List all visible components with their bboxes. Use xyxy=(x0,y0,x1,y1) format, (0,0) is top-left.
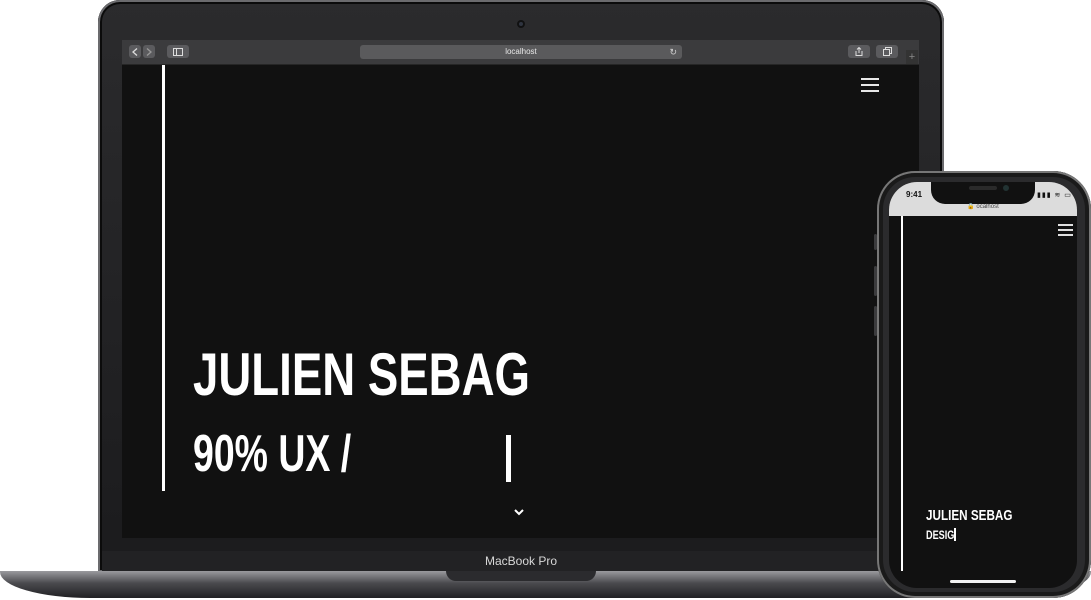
reload-icon[interactable]: ↻ xyxy=(669,45,677,59)
sidebar-icon xyxy=(173,47,183,56)
phone-screen: 9:41 ▮▮▮ ≋ ▭ 🔒 ocalhost JULIEN SEBAG DES… xyxy=(889,182,1077,588)
phone-home-indicator[interactable] xyxy=(950,580,1016,583)
address-text: localhost xyxy=(505,47,537,56)
back-button[interactable] xyxy=(129,45,141,58)
laptop-screen: localhost ↻ + JULIEN SEBAG 90% UX / xyxy=(122,40,919,538)
phone-site-vertical-line xyxy=(901,216,903,571)
tabs-button[interactable] xyxy=(876,45,898,58)
laptop-model-label: MacBook Pro xyxy=(102,551,940,571)
chevron-left-icon xyxy=(132,47,138,56)
sidebar-button[interactable] xyxy=(167,45,189,58)
phone-time: 9:41 xyxy=(906,190,923,199)
browser-toolbar: localhost ↻ + xyxy=(122,40,919,65)
hero-name: JULIEN SEBAG xyxy=(193,341,531,408)
phone-signal-icons: ▮▮▮ ≋ ▭ xyxy=(1037,192,1072,199)
phone-typing-caret xyxy=(954,528,956,541)
hamburger-icon[interactable] xyxy=(861,78,879,92)
laptop-opening-notch xyxy=(446,571,596,581)
share-button[interactable] xyxy=(848,45,870,58)
share-icon xyxy=(855,47,863,56)
chevron-right-icon xyxy=(146,47,152,56)
laptop-camera xyxy=(517,20,525,28)
phone-camera xyxy=(1003,185,1009,191)
site-vertical-line xyxy=(162,65,165,491)
tabs-icon xyxy=(882,47,892,56)
new-tab-button[interactable]: + xyxy=(906,50,918,64)
phone-address-bar[interactable]: 🔒 ocalhost xyxy=(889,200,1077,214)
hero-typed-text: 90% UX / xyxy=(193,425,352,483)
chevron-down-icon[interactable] xyxy=(513,504,525,516)
hamburger-icon[interactable] xyxy=(1058,224,1073,236)
typing-caret xyxy=(506,435,511,482)
phone-hero-typed-text: DESIG xyxy=(926,528,955,542)
forward-button[interactable] xyxy=(143,45,155,58)
address-bar[interactable]: localhost ↻ xyxy=(360,45,682,59)
phone-hero-name: JULIEN SEBAG xyxy=(926,507,1013,524)
phone-speaker xyxy=(969,186,997,190)
